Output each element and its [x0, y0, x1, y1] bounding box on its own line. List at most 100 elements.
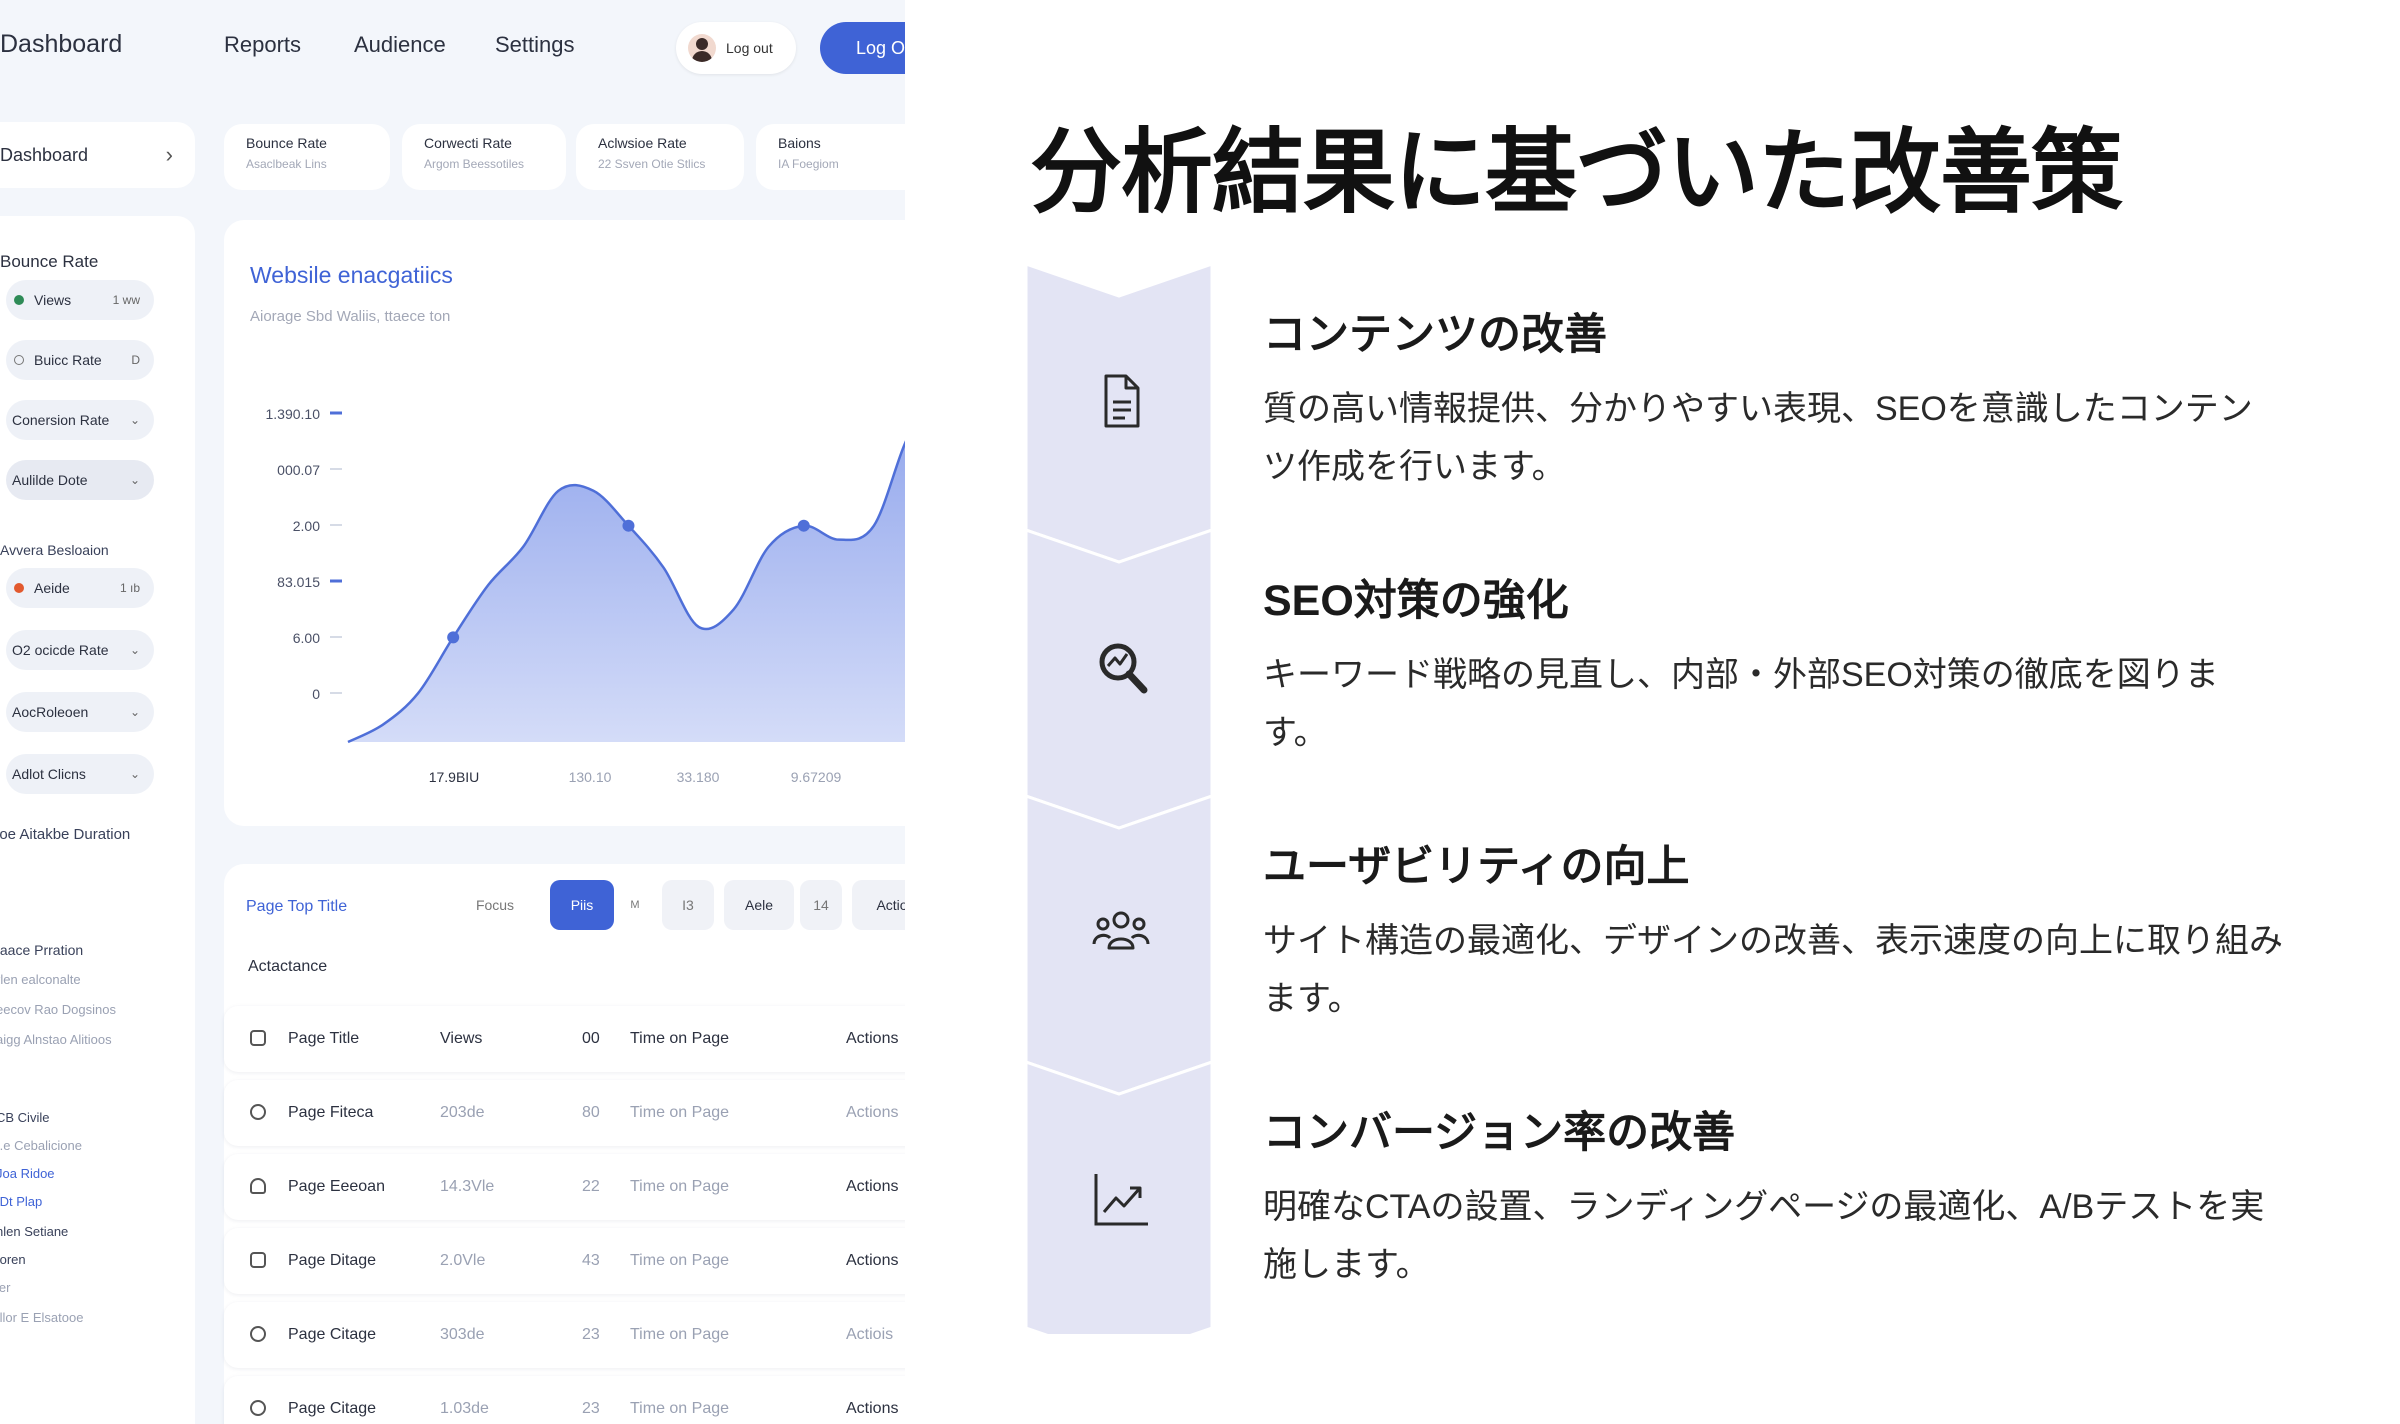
cell-title: Page Citage — [288, 1326, 377, 1343]
sidebar-link[interactable]: IDt Plap — [0, 1194, 42, 1209]
table-row[interactable]: Page Citage 1.03de 23 Time on Page Actio… — [224, 1376, 905, 1424]
sidebar-item-conversion[interactable]: Conersion Rate ⌄ — [6, 400, 154, 440]
sidebar-misc[interactable]: rlen ealconalte — [0, 972, 81, 987]
sidebar-item-count: 1 ww — [112, 293, 140, 307]
nav-audience[interactable]: Audience — [354, 32, 446, 58]
x-tick-label: 17.9BIU — [429, 769, 480, 785]
item-desc-usability: サイト構造の最適化、デザインの改善、表示速度の向上に取り組みます。 — [1263, 922, 2283, 1018]
brand-title[interactable]: Dashboard — [0, 30, 122, 59]
y-tick-label: 83.015 — [277, 574, 320, 590]
cell-views: 303de — [440, 1326, 485, 1343]
filter-aele[interactable]: Aele — [724, 880, 794, 930]
chart-title: Websile enacgatiics — [250, 262, 453, 288]
table-row[interactable]: Page Eeeoan 14.3Vle 22 Time on Page Acti… — [224, 1154, 905, 1220]
cell-actions[interactable]: Actions — [846, 1252, 898, 1270]
cell-count: 23 — [582, 1326, 600, 1343]
sidebar-misc[interactable]: aigg Alnstao Alitioos — [0, 1032, 112, 1047]
users-icon — [1092, 911, 1150, 950]
filter-focus[interactable]: Focus — [470, 880, 520, 930]
column-header: Page Title — [288, 1030, 360, 1047]
slide-heading: 分析結果に基づいた改善策 — [1030, 122, 2123, 224]
sidebar-item-occicde[interactable]: O2 ocicde Rate ⌄ — [6, 630, 154, 670]
search-analytics-icon — [1099, 643, 1148, 694]
sidebar-misc[interactable]: eecov Rao Dogsinos — [0, 1002, 116, 1017]
sidebar-item-count: D — [131, 353, 140, 367]
table-row[interactable]: Page Fiteca 203de 80 Time on Page Action… — [224, 1080, 905, 1146]
cell-actions[interactable]: Actions — [846, 1400, 898, 1418]
metric-card[interactable]: Baions IA Foegiom — [756, 124, 905, 190]
filter-m[interactable]: M — [620, 880, 650, 930]
item-title-usability: ユーザビリティの向上 — [1263, 843, 1690, 891]
cell-title: Page Citage — [288, 1400, 377, 1417]
item-desc-seo: キーワード戦略の見直し、内部・外部SEO対策の徹底を図ります。 — [1263, 656, 2219, 752]
table-title: Page Top Title — [246, 898, 348, 915]
status-dot-icon — [14, 295, 24, 305]
sidebar-item-count: 1 ıb — [119, 581, 140, 595]
sidebar-link[interactable]: Joa Ridoe — [0, 1166, 55, 1181]
metric-subtitle: Asaclbeak Lins — [246, 157, 327, 171]
item-title-conversion: コンバージョン率の改善 — [1263, 1109, 1736, 1157]
cell-count: 22 — [582, 1178, 600, 1195]
sidebar-item-label: Views — [34, 292, 72, 308]
y-tick-label: 6.00 — [293, 630, 320, 646]
sidebar-misc[interactable]: CB Civile — [0, 1110, 49, 1125]
chart-point[interactable] — [797, 519, 810, 532]
sidebar-item-clicks[interactable]: Adlot Clicns ⌄ — [6, 754, 154, 794]
y-tick-label: 1.390.10 — [266, 406, 321, 422]
chevron-right-icon: › — [165, 142, 173, 167]
cell-actions[interactable]: Actiois — [846, 1326, 893, 1344]
table-row[interactable]: Page Ditage 2.0Vle 43 Time on Page Actio… — [224, 1228, 905, 1294]
trend-chart-icon — [1094, 1174, 1148, 1226]
status-dot-icon — [14, 583, 24, 593]
filter-13[interactable]: I3 — [662, 880, 714, 930]
filter-active[interactable]: Piis — [550, 880, 614, 930]
checkbox-icon[interactable] — [250, 1030, 266, 1046]
metric-subtitle: 22 Ssven Otie Stlics — [598, 157, 706, 171]
filter-14[interactable]: 14 — [800, 880, 842, 930]
filter-actions[interactable]: Actio — [852, 880, 905, 930]
metric-card[interactable]: Corwecti Rate Argom Beessotiles — [402, 124, 566, 190]
chevron-down-icon: ⌄ — [129, 767, 140, 781]
cell-views: 203de — [440, 1104, 485, 1121]
sidebar-item-retention[interactable]: AocRoleoen ⌄ — [6, 692, 154, 732]
cell-title: Page Eeeoan — [288, 1178, 385, 1195]
radio-icon — [14, 355, 24, 365]
chart-point[interactable] — [622, 519, 635, 532]
cell-actions[interactable]: Actions — [846, 1178, 898, 1196]
login-button[interactable]: Log O — [820, 22, 905, 74]
nav-reports[interactable]: Reports — [224, 32, 301, 58]
sidebar-item-aeide[interactable]: Aeide 1 ıb — [6, 568, 154, 608]
sidebar-section-sessions: Avvera Besloaion — [0, 542, 109, 558]
table-row[interactable]: Page Citage 303de 23 Time on Page Actioi… — [224, 1302, 905, 1368]
metric-card[interactable]: Bounce Rate Asaclbeak Lins — [224, 124, 390, 190]
metric-card[interactable]: Aclwsioe Rate 22 Ssven Otie Stlics — [576, 124, 744, 190]
sidebar-duration[interactable]: ioe Aitakbe Duration — [0, 826, 130, 843]
cell-actions[interactable]: Actions — [846, 1104, 898, 1122]
sidebar-misc[interactable]: ı.e Cebalicione — [0, 1138, 82, 1153]
sidebar-item-date[interactable]: Aulilde Dote ⌄ — [6, 460, 154, 500]
sidebar-item-views[interactable]: Views 1 ww — [6, 280, 154, 320]
chart-point[interactable] — [447, 631, 460, 644]
sidebar-item-bounce[interactable]: Buicc Rate D — [6, 340, 154, 380]
sidebar-misc[interactable]: taace Prration — [0, 942, 83, 958]
sidebar-misc[interactable]: ıllor E Elsatooe — [0, 1310, 83, 1325]
sidebar-misc[interactable]: nlen Setiane — [0, 1224, 68, 1239]
sidebar-misc[interactable]: toren — [0, 1252, 26, 1267]
avatar — [688, 34, 716, 62]
cell-time: Time on Page — [630, 1326, 730, 1343]
metric-title: Aclwsioe Rate — [598, 135, 687, 151]
chevron-down-icon: ⌄ — [129, 413, 140, 427]
metric-title: Corwecti Rate — [424, 135, 512, 151]
metric-subtitle: IA Foegiom — [778, 157, 839, 171]
dashboard-screenshot: Dashboard Reports Audience Settings Log … — [0, 0, 905, 1424]
sidebar-item-label: Buicc Rate — [34, 352, 102, 368]
nav-settings[interactable]: Settings — [495, 32, 575, 58]
chart-subtitle: Aiorage Sbd Waliis, ttaece ton — [250, 308, 451, 325]
sidebar-dashboard-item[interactable]: Dashboard › — [0, 122, 195, 188]
chart-card: 1.390.10 000.07 2.00 83.015 6.00 0 17.9BIU 130.… — [224, 220, 905, 826]
logout-button[interactable]: Log out — [676, 22, 796, 74]
sidebar-misc[interactable]: ier — [0, 1280, 10, 1295]
document-icon — [1104, 374, 1140, 428]
chevron-down-icon: ⌄ — [129, 643, 140, 657]
sidebar-item-label: Aeide — [34, 580, 70, 596]
